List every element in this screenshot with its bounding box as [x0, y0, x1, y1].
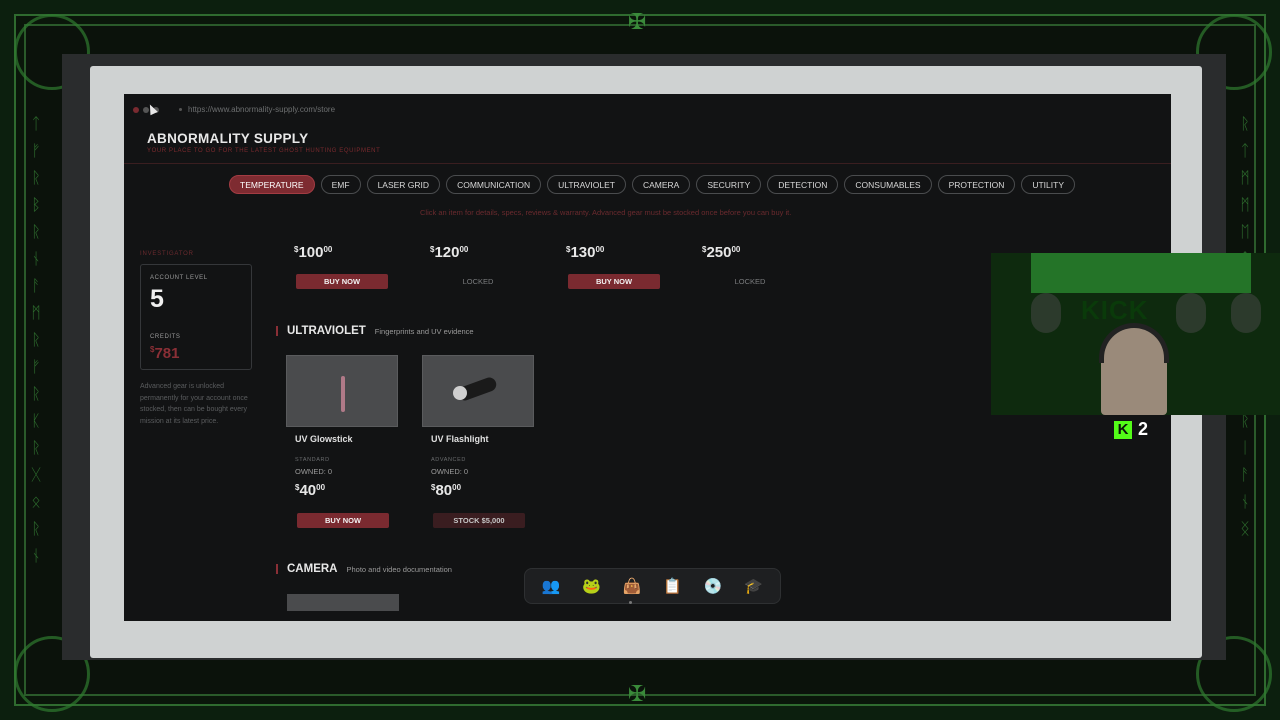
buy-now-button[interactable]: BUY NOW [568, 274, 660, 289]
team-icon[interactable]: 👥 [538, 577, 564, 595]
store-notice: Click an item for details, specs, review… [420, 208, 792, 217]
tab-ultraviolet[interactable]: ULTRAVIOLET [547, 175, 626, 194]
uv-flashlight-image[interactable] [422, 355, 534, 427]
section-header-camera: CAMERA Photo and video documentation [276, 563, 452, 575]
section-accent-bar [276, 326, 278, 336]
mask-decoration [1231, 293, 1261, 333]
headset-icon [1099, 323, 1169, 363]
flashlight-lens-icon [453, 386, 467, 400]
disc-icon[interactable]: 💿 [700, 577, 726, 595]
tab-temperature[interactable]: TEMPERATURE [229, 175, 315, 194]
buy-now-button[interactable]: BUY NOW [296, 274, 388, 289]
category-tabs: TEMPERATURE EMF LASER GRID COMMUNICATION… [229, 175, 1075, 194]
uv-glowstick-image[interactable] [286, 355, 398, 427]
tab-security[interactable]: SECURITY [696, 175, 762, 194]
item-name[interactable]: UV Glowstick [295, 434, 353, 444]
mask-decoration [1176, 293, 1206, 333]
header-divider [124, 163, 1171, 164]
item-name[interactable]: UV Flashlight [431, 434, 489, 444]
address-bar[interactable]: https://www.abnormality-supply.com/store [188, 105, 335, 114]
item-price: $10000 [294, 244, 333, 261]
section-title: ULTRAVIOLET [287, 325, 366, 337]
section-subtitle: Fingerprints and UV evidence [374, 327, 474, 336]
tab-utility[interactable]: UTILITY [1021, 175, 1075, 194]
account-level-label: ACCOUNT LEVEL [150, 275, 208, 281]
item-owned: OWNED: 0 [295, 467, 333, 476]
celtic-knot-top-icon: ✠ [628, 10, 647, 35]
secure-dot-icon [179, 108, 182, 111]
item-price: $12000 [430, 244, 469, 261]
section-subtitle: Photo and video documentation [346, 565, 452, 574]
webcam-overlay: KICK [991, 253, 1280, 415]
account-panel: ACCOUNT LEVEL 5 CREDITS $781 [140, 264, 252, 370]
store-tagline: YOUR PLACE TO GO FOR THE LATEST GHOST HU… [147, 148, 381, 154]
tab-detection[interactable]: DETECTION [767, 175, 839, 194]
investigator-label: INVESTIGATOR [140, 251, 194, 257]
frog-icon[interactable]: 🐸 [579, 577, 605, 595]
tab-laser-grid[interactable]: LASER GRID [366, 175, 441, 194]
webcam-light [1031, 253, 1251, 293]
tab-protection[interactable]: PROTECTION [937, 175, 1016, 194]
locked-label: LOCKED [462, 277, 494, 286]
credits-value: $781 [150, 345, 179, 362]
sidebar-note: Advanced gear is unlocked permanently fo… [140, 383, 248, 425]
item-price: $13000 [566, 244, 605, 261]
tab-communication[interactable]: COMMUNICATION [446, 175, 542, 194]
item-price: $25000 [702, 244, 741, 261]
mouse-cursor-icon [146, 102, 158, 116]
account-level-value: 5 [150, 285, 164, 313]
rune-column-left: ᛏᚠᚱᛒᚱᚾᚨᛗᚱᚠᚱᛕᚱᚷᛟᚱᚾ [31, 114, 41, 565]
viewer-count: 2 [1138, 419, 1149, 439]
section-title: CAMERA [287, 563, 338, 575]
glowstick-icon [341, 376, 345, 412]
store-title: ABNORMALITY SUPPLY [147, 131, 309, 146]
item-price: $4000 [295, 482, 326, 499]
browser-titlebar: https://www.abnormality-supply.com/store [124, 94, 1171, 124]
item-tier: ADVANCED [431, 457, 466, 463]
close-dot-icon[interactable] [133, 107, 139, 113]
webcam-sign: KICK [1081, 295, 1149, 325]
active-indicator [629, 601, 632, 604]
camera-item-image[interactable] [287, 594, 399, 611]
viewer-count-badge: K 2 [1114, 419, 1148, 440]
section-accent-bar [276, 564, 278, 574]
clipboard-icon[interactable]: 📋 [660, 577, 686, 595]
mask-decoration [1031, 293, 1061, 333]
stock-button[interactable]: STOCK $5,000 [433, 513, 525, 528]
tab-consumables[interactable]: CONSUMABLES [844, 175, 932, 194]
tab-camera[interactable]: CAMERA [631, 175, 691, 194]
credits-label: CREDITS [150, 334, 181, 340]
kick-logo-icon: K [1114, 420, 1132, 439]
shop-bag-icon[interactable]: 👜 [619, 577, 645, 595]
tab-emf[interactable]: EMF [320, 175, 361, 194]
item-tier: STANDARD [295, 457, 330, 463]
buy-now-button[interactable]: BUY NOW [297, 513, 389, 528]
item-owned: OWNED: 0 [431, 467, 469, 476]
bottom-dock: 👥 🐸 👜 📋 💿 🎓 [524, 568, 781, 604]
item-price: $8000 [431, 482, 462, 499]
celtic-knot-bottom-icon: ✠ [628, 682, 647, 707]
section-header-ultraviolet: ULTRAVIOLET Fingerprints and UV evidence [276, 325, 474, 337]
locked-label: LOCKED [734, 277, 766, 286]
credits-amount: 781 [154, 345, 180, 362]
graduation-cap-icon[interactable]: 🎓 [741, 577, 767, 595]
